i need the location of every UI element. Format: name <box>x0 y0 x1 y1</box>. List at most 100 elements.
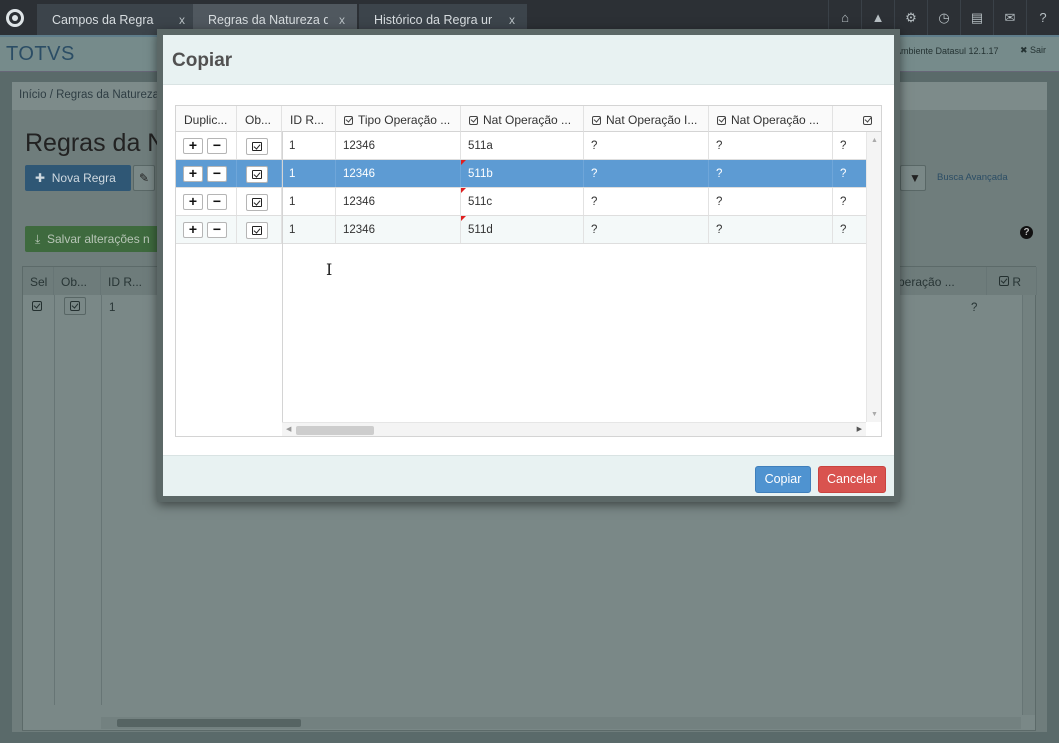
tab-close-icon[interactable]: x <box>339 13 345 27</box>
cell-nat-operacao[interactable]: 511a <box>461 132 584 159</box>
add-duplicate-button[interactable]: + <box>183 222 203 238</box>
vertical-scrollbar[interactable]: ▲ ▼ <box>866 132 881 422</box>
cell-id-regra: 1 <box>282 160 336 187</box>
bg-obs-button[interactable] <box>64 297 86 315</box>
tab-label: Campos da Regra <box>52 13 154 27</box>
cell-tipo-operacao[interactable]: 12346 <box>336 216 461 243</box>
header-nat-operacao-i[interactable]: Nat Operação I... <box>584 106 709 132</box>
obs-cell <box>237 160 282 187</box>
cell-nat-operacao[interactable]: 511c <box>461 188 584 215</box>
table-row[interactable]: + − 1 12346 511d ? ? ? <box>176 216 866 244</box>
bg-header-obs[interactable]: Ob... <box>54 267 101 295</box>
table-row[interactable]: + − 1 12346 511c ? ? ? <box>176 188 866 216</box>
cell-nat-operacao[interactable]: 511b <box>461 160 584 187</box>
cell-nat-operacao[interactable]: 511d <box>461 216 584 243</box>
bg-header-r-label: R <box>1012 275 1022 289</box>
header-tipo-operacao[interactable]: Tipo Operação ... <box>336 106 461 132</box>
remove-duplicate-button[interactable]: − <box>207 166 227 182</box>
document-icon[interactable]: ▤ <box>960 0 993 35</box>
edit-button[interactable]: ✎ <box>133 165 155 191</box>
header-obs[interactable]: Ob... <box>237 106 282 132</box>
copy-grid: Duplic... Ob... ID R... Tipo Operação ..… <box>175 105 882 437</box>
edit-obs-button[interactable] <box>246 138 268 155</box>
filter-button[interactable]: ▼ <box>900 165 926 191</box>
question-icon[interactable]: ? <box>1026 0 1059 35</box>
cell-nat-operacao-2[interactable]: ? <box>709 160 833 187</box>
edit-obs-button[interactable] <box>246 194 268 211</box>
add-duplicate-button[interactable]: + <box>183 138 203 154</box>
cell-next[interactable]: ? <box>833 216 866 243</box>
logout-link[interactable]: ✖ Sair <box>1020 45 1046 56</box>
bg-cell-id: 1 <box>109 302 116 314</box>
header-label: Tipo Operação ... <box>358 113 451 127</box>
cell-tipo-operacao[interactable]: 12346 <box>336 188 461 215</box>
cell-nat-operacao-i[interactable]: ? <box>584 160 709 187</box>
cell-next[interactable]: ? <box>833 160 866 187</box>
scroll-left-icon[interactable]: ◀ <box>286 425 291 433</box>
header-label: Nat Operação ... <box>483 113 572 127</box>
cell-id-regra: 1 <box>282 188 336 215</box>
cell-nat-operacao-i[interactable]: ? <box>584 132 709 159</box>
app-logo-icon[interactable] <box>6 9 24 27</box>
save-changes-label: Salvar alterações n <box>46 232 150 246</box>
header-nat-operacao-2[interactable]: Nat Operação ... <box>709 106 833 132</box>
clock-icon[interactable]: ◷ <box>927 0 960 35</box>
envelope-icon[interactable]: ✉ <box>993 0 1026 35</box>
column-check-icon <box>717 116 726 125</box>
plus-icon: ✚ <box>35 171 46 185</box>
help-icon[interactable]: ? <box>1020 226 1033 239</box>
bg-select-checkbox[interactable] <box>32 301 42 314</box>
table-row-selected[interactable]: + − 1 12346 511b ? ? ? <box>176 160 866 188</box>
scroll-down-icon[interactable]: ▼ <box>871 411 878 418</box>
cell-tipo-operacao[interactable]: 12346 <box>336 132 461 159</box>
bg-header-sel[interactable]: Sel <box>23 267 54 295</box>
cell-nat-operacao-2[interactable]: ? <box>709 216 833 243</box>
bg-scroll-thumb[interactable] <box>117 719 301 727</box>
cell-next[interactable]: ? <box>833 188 866 215</box>
bg-header-operacao[interactable]: peração ... <box>891 267 987 295</box>
cell-nat-operacao-2[interactable]: ? <box>709 188 833 215</box>
remove-duplicate-button[interactable]: − <box>207 138 227 154</box>
obs-cell <box>237 188 282 215</box>
column-check-icon <box>863 116 872 125</box>
cell-next[interactable]: ? <box>833 132 866 159</box>
cell-nat-operacao-2[interactable]: ? <box>709 132 833 159</box>
scroll-up-icon[interactable]: ▲ <box>871 137 878 144</box>
horizontal-scroll-thumb[interactable] <box>296 426 374 435</box>
edit-icon <box>252 142 262 151</box>
cell-nat-operacao-i[interactable]: ? <box>584 188 709 215</box>
tab-close-icon[interactable]: x <box>509 13 515 27</box>
bg-header-r[interactable]: R <box>987 267 1037 295</box>
cell-tipo-operacao[interactable]: 12346 <box>336 160 461 187</box>
header-duplicar[interactable]: Duplic... <box>176 106 237 132</box>
bg-col-divider <box>54 295 55 705</box>
bg-vertical-scrollbar[interactable] <box>1022 295 1035 715</box>
header-id-regra[interactable]: ID R... <box>282 106 336 132</box>
advanced-search-link[interactable]: Busca Avançada <box>937 172 1008 183</box>
remove-duplicate-button[interactable]: − <box>207 194 227 210</box>
column-check-icon <box>344 116 353 125</box>
add-duplicate-button[interactable]: + <box>183 194 203 210</box>
copy-button[interactable]: Copiar <box>755 466 811 493</box>
breadcrumb-home[interactable]: Início <box>19 89 47 101</box>
save-changes-button[interactable]: ⤓ Salvar alterações n <box>25 226 173 252</box>
remove-duplicate-button[interactable]: − <box>207 222 227 238</box>
brand-logo: TOTVS <box>6 43 75 65</box>
checkbox-icon <box>32 301 42 311</box>
header-nat-operacao[interactable]: Nat Operação ... <box>461 106 584 132</box>
cell-nat-operacao-i[interactable]: ? <box>584 216 709 243</box>
logout-label: Sair <box>1030 45 1047 55</box>
cancel-button[interactable]: Cancelar <box>818 466 886 493</box>
bg-horizontal-scrollbar[interactable] <box>101 717 1021 729</box>
edit-obs-button[interactable] <box>246 222 268 239</box>
duplicate-cell: + − <box>176 160 237 187</box>
obs-cell <box>237 132 282 159</box>
scroll-right-icon[interactable]: ▶ <box>857 425 862 433</box>
new-rule-button[interactable]: ✚ Nova Regra <box>25 165 131 191</box>
horizontal-scrollbar[interactable]: ◀ ▶ <box>282 422 866 436</box>
edit-obs-button[interactable] <box>246 166 268 183</box>
tab-close-icon[interactable]: x <box>179 13 185 27</box>
add-duplicate-button[interactable]: + <box>183 166 203 182</box>
table-row[interactable]: + − 1 12346 511a ? ? ? <box>176 132 866 160</box>
header-next-column[interactable] <box>833 106 881 132</box>
